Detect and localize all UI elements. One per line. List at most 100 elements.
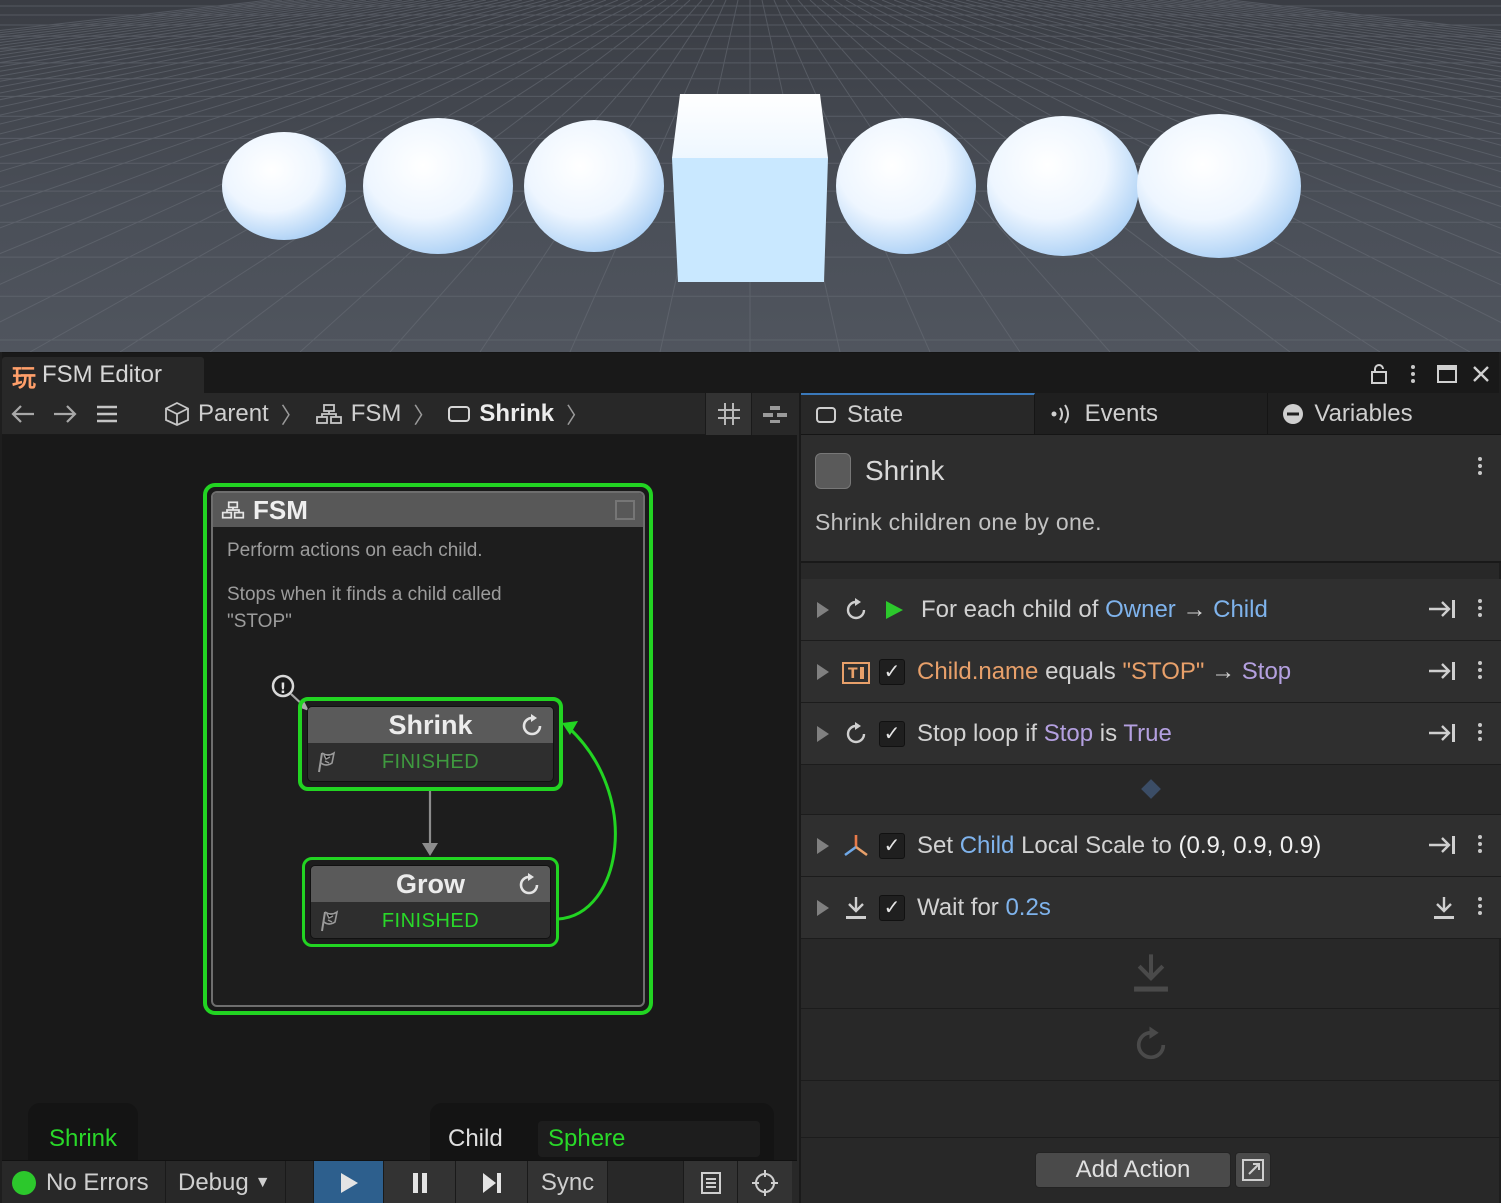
jump-end-icon[interactable] [1427, 659, 1457, 688]
state-color-swatch[interactable] [815, 453, 851, 489]
action-text-part[interactable]: True [1123, 720, 1171, 747]
action-kebab-icon[interactable] [1471, 599, 1489, 617]
forward-arrow-icon[interactable] [44, 393, 86, 435]
scene-grid [0, 0, 1501, 352]
scene-viewport[interactable] [0, 0, 1501, 352]
debug-dropdown[interactable]: Debug ▼ [166, 1161, 286, 1203]
fsm-editor-window: 玩 FSM Editor Parent 〉 FSM 〉 Shrink 〉 FSM… [2, 352, 1501, 1203]
breadcrumb-label: FSM [350, 399, 402, 427]
action-text-part[interactable]: Child [960, 832, 1015, 859]
action-text-part: Local Scale to [1014, 831, 1179, 859]
sphere-object[interactable] [1137, 114, 1301, 258]
cube-object[interactable] [672, 94, 828, 282]
close-icon[interactable] [1468, 361, 1494, 387]
action-kebab-icon[interactable] [1471, 661, 1489, 679]
action-row[interactable]: ✓ Set Child Local Scale to (0.9, 0.9, 0.… [801, 815, 1501, 877]
back-arrow-icon[interactable] [2, 393, 44, 435]
action-text-part[interactable]: Stop [1044, 720, 1093, 747]
state-node-grow[interactable]: Grow FINISHED [302, 857, 559, 947]
enabled-checkbox[interactable]: ✓ [879, 658, 905, 685]
sphere-object[interactable] [987, 116, 1139, 256]
action-row[interactable]: ✓ Wait for 0.2s [801, 877, 1501, 939]
tab-variables[interactable]: Variables [1268, 393, 1501, 434]
wait-download-icon[interactable] [1431, 895, 1457, 926]
expand-triangle-icon[interactable] [817, 601, 829, 618]
inspector-tabs: State Events Variables [801, 393, 1501, 435]
jump-end-icon[interactable] [1427, 597, 1457, 626]
state-node-event[interactable]: FINISHED [311, 902, 550, 938]
state-description[interactable]: Shrink children one by one. [815, 509, 1102, 536]
popout-icon[interactable] [1235, 1152, 1271, 1188]
tab-state[interactable]: State [801, 393, 1035, 434]
cube-icon [164, 401, 190, 427]
action-kebab-icon[interactable] [1471, 897, 1489, 915]
expand-icon[interactable] [615, 500, 635, 520]
action-row[interactable]: ✓ Stop loop if Stop is True [801, 703, 1501, 765]
graph-canvas[interactable]: FSM Perform actions on each child. Stops… [2, 435, 797, 1160]
action-text-part[interactable]: Owner [1105, 596, 1176, 623]
play-icon [340, 1172, 358, 1193]
expand-triangle-icon[interactable] [817, 725, 829, 742]
expand-triangle-icon[interactable] [817, 837, 829, 854]
breadcrumb-chevron-icon: 〉 [413, 402, 436, 428]
window-tab[interactable]: 玩 FSM Editor [2, 357, 204, 393]
playmaker-icon: 玩 [12, 363, 36, 392]
minimap-icon[interactable] [751, 393, 797, 435]
action-row[interactable]: T ✓ Child.name equals "STOP" → Stop [801, 641, 1501, 703]
log-button[interactable] [684, 1161, 738, 1203]
state-node-shrink[interactable]: Shrink FINISHED [298, 697, 563, 791]
enabled-checkbox[interactable]: ✓ [879, 832, 905, 859]
sphere-object[interactable] [363, 118, 513, 254]
expand-triangle-icon[interactable] [817, 663, 829, 680]
window-kebab-icon[interactable] [1400, 361, 1426, 387]
loop-end-slot[interactable] [801, 1009, 1501, 1081]
jump-end-icon[interactable] [1427, 721, 1457, 750]
log-icon [700, 1171, 721, 1194]
action-separator[interactable] [801, 765, 1501, 815]
sphere-object[interactable] [836, 118, 976, 254]
sphere-object[interactable] [524, 120, 664, 252]
action-row[interactable]: For each child of Owner → Child [801, 579, 1501, 641]
step-button[interactable] [456, 1161, 528, 1203]
breadcrumb-state[interactable]: Shrink [441, 393, 560, 435]
pause-button[interactable] [384, 1161, 456, 1203]
action-text-part[interactable]: Stop [1242, 658, 1291, 685]
action-drop-zone[interactable] [801, 937, 1501, 1083]
action-text-part[interactable]: "STOP" [1122, 658, 1204, 685]
action-text-part[interactable]: (0.9, 0.9, 0.9) [1179, 832, 1322, 859]
maximize-icon[interactable] [1434, 361, 1460, 387]
state-kebab-icon[interactable] [1471, 457, 1489, 475]
breadcrumb-fsm[interactable]: FSM [309, 393, 408, 435]
add-action-button[interactable]: Add Action [1035, 1152, 1231, 1188]
action-kebab-icon[interactable] [1471, 723, 1489, 741]
wait-end-slot[interactable] [801, 937, 1501, 1009]
breadcrumb-parent[interactable]: Parent [158, 393, 275, 435]
action-text-part[interactable]: Child.name [917, 658, 1038, 685]
play-button[interactable] [314, 1161, 384, 1203]
error-status[interactable]: No Errors [2, 1161, 166, 1203]
event-label: FINISHED [381, 750, 480, 773]
action-text-part[interactable]: 0.2s [1005, 894, 1050, 921]
expand-triangle-icon[interactable] [817, 899, 829, 916]
sphere-object[interactable] [222, 132, 346, 240]
state-name-field[interactable]: Shrink [865, 455, 944, 487]
enabled-checkbox[interactable]: ✓ [879, 894, 905, 921]
sync-button[interactable]: Sync [528, 1161, 608, 1203]
grid-toggle-icon[interactable] [705, 393, 751, 435]
jump-end-icon[interactable] [1427, 833, 1457, 862]
menu-icon[interactable] [86, 393, 128, 435]
fsm-group-title[interactable]: FSM [213, 493, 643, 527]
add-action-row: Add Action [801, 1137, 1501, 1203]
locate-button[interactable] [738, 1161, 792, 1203]
tab-label: Events [1084, 399, 1159, 427]
tab-events[interactable]: Events [1035, 393, 1269, 434]
action-kebab-icon[interactable] [1471, 835, 1489, 853]
action-text-part[interactable]: Child [1213, 596, 1268, 623]
diamond-icon [1141, 779, 1161, 799]
enabled-checkbox[interactable]: ✓ [879, 720, 905, 747]
hierarchy-icon [221, 500, 245, 520]
lock-icon[interactable] [1366, 361, 1392, 387]
state-node-event[interactable]: FINISHED [308, 743, 553, 781]
action-text: Stop loop if Stop is True [917, 720, 1172, 748]
state-header: Shrink Shrink children one by one. [801, 435, 1501, 563]
